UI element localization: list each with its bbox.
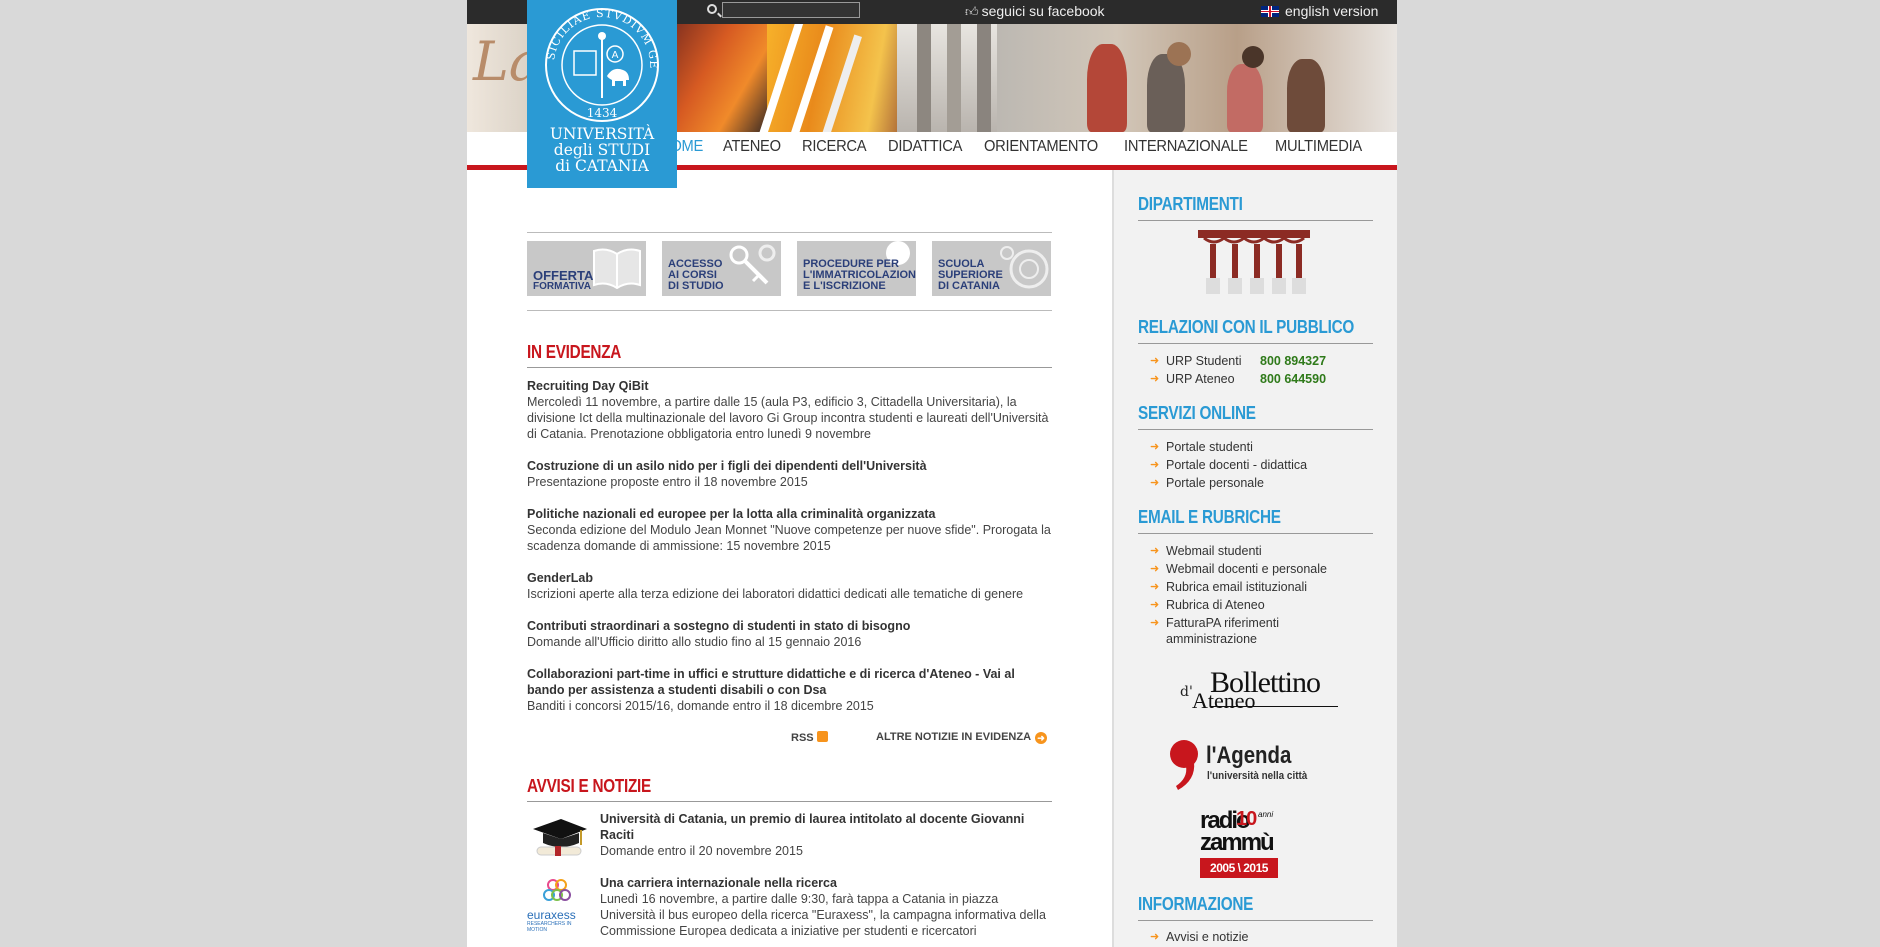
avviso-title[interactable]: Una carriera internazionale nella ricerc… bbox=[600, 875, 1052, 891]
list-item[interactable]: Webmail studenti bbox=[1150, 542, 1370, 560]
list-item[interactable]: Rubrica email istituzionali bbox=[1150, 578, 1370, 596]
news-title[interactable]: Costruzione di un asilo nido per i figli… bbox=[527, 458, 1052, 474]
news-title[interactable]: GenderLab bbox=[527, 570, 1052, 586]
english-version-link[interactable]: english version bbox=[1261, 3, 1378, 19]
quick-link-procedure-immatricolazione[interactable]: PROCEDURE PER L'IMMATRICOLAZIONE E L'ISCRI… bbox=[797, 241, 916, 296]
heading-rule bbox=[527, 801, 1052, 802]
heading-rule bbox=[527, 367, 1052, 368]
news-desc: Mercoledì 11 novembre, a partire dalle 1… bbox=[527, 395, 1049, 441]
keys-icon bbox=[729, 244, 776, 285]
servizi-heading: SERVIZI ONLINE bbox=[1138, 403, 1256, 423]
news-title[interactable]: Contributi straordinari a sostegno di st… bbox=[527, 618, 1052, 634]
more-news-link[interactable]: ALTRE NOTIZIE IN EVIDENZA ➜ bbox=[876, 731, 1048, 744]
news-desc: Iscrizioni aperte alla terza edizione de… bbox=[527, 587, 1024, 601]
list-item[interactable]: Portale studenti bbox=[1150, 438, 1370, 456]
heading-rule bbox=[1138, 533, 1373, 534]
email-list: Webmail studenti Webmail docenti e perso… bbox=[1150, 542, 1370, 647]
quick-link-accesso-corsi[interactable]: ACCESSO AI CORSI DI STUDIO bbox=[662, 241, 781, 296]
thumbs-up-icon: 👍︎ bbox=[965, 4, 979, 19]
avviso-title[interactable]: Università di Catania, un premio di laur… bbox=[600, 811, 1052, 843]
divider bbox=[527, 310, 1052, 311]
list-item[interactable]: FatturaPA riferimenti amministrazione bbox=[1150, 615, 1370, 647]
urp-list: URP Studenti800 894327 URP Ateneo800 644… bbox=[1150, 352, 1370, 388]
graduation-cap-icon bbox=[533, 819, 587, 856]
nav-item-internazionale[interactable]: INTERNAZIONALE bbox=[1124, 138, 1248, 156]
comma-icon bbox=[1170, 740, 1198, 790]
list-item[interactable]: URP Studenti800 894327 bbox=[1150, 352, 1370, 370]
news-item[interactable]: Politiche nazionali ed europee per la lo… bbox=[527, 506, 1052, 554]
avviso-desc: Lunedì 16 novembre, a partire dalle 9:30… bbox=[600, 892, 1046, 938]
university-name: UNIVERSITÀ degli STUDI di CATANIA bbox=[549, 125, 655, 175]
nav-item-ateneo[interactable]: ATENEO bbox=[723, 138, 781, 156]
uk-flag-icon bbox=[1261, 6, 1279, 17]
divider bbox=[527, 232, 1052, 233]
email-heading: EMAIL E RUBRICHE bbox=[1138, 507, 1281, 527]
list-item[interactable]: Portale docenti - didattica bbox=[1150, 456, 1370, 474]
english-version-label: english version bbox=[1285, 3, 1379, 19]
news-item[interactable]: Contributi straordinari a sostegno di st… bbox=[527, 618, 1052, 650]
search-icon[interactable] bbox=[707, 4, 717, 14]
news-title[interactable]: Collaborazioni part-time in uffici e str… bbox=[527, 666, 1052, 698]
list-item[interactable]: Portale personale bbox=[1150, 474, 1370, 492]
list-item[interactable]: URP Ateneo800 644590 bbox=[1150, 370, 1370, 388]
dipartimenti-heading[interactable]: DIPARTIMENTI bbox=[1138, 194, 1243, 215]
servizi-list: Portale studenti Portale docenti - didat… bbox=[1150, 438, 1370, 492]
seal-year: 1434 bbox=[587, 106, 618, 120]
page: 👍︎ seguici su facebook english version La… bbox=[467, 0, 1397, 947]
news-desc: Banditi i concorsi 2015/16, domande entr… bbox=[527, 699, 874, 713]
university-seal-icon: SICILIAE STVDIVM GENERALE 1434 A bbox=[543, 6, 659, 122]
bollettino-banner[interactable]: d' Bollettino Ateneo bbox=[1180, 666, 1350, 714]
facebook-link-label: seguici su facebook bbox=[981, 3, 1105, 19]
news-item[interactable]: Costruzione di un asilo nido per i figli… bbox=[527, 458, 1052, 490]
euraxess-logo: euraxess RESEARCHERS IN MOTION bbox=[527, 875, 591, 933]
quick-links: OFFERTA FORMATIVA ACCESSO AI CORSI DI STUDI… bbox=[527, 241, 1051, 296]
avvisi-heading: AVVISI E NOTIZIE bbox=[527, 776, 652, 796]
relazioni-heading[interactable]: RELAZIONI CON IL PUBBLICO bbox=[1138, 317, 1354, 338]
news-item[interactable]: GenderLab Iscrizioni aperte alla terza e… bbox=[527, 570, 1052, 602]
search-input[interactable] bbox=[722, 2, 860, 18]
news-item[interactable]: Collaborazioni part-time in uffici e str… bbox=[527, 666, 1052, 714]
heading-rule bbox=[1138, 220, 1373, 221]
rss-icon bbox=[816, 731, 828, 742]
news-desc: Domande all'Ufficio diritto allo studio … bbox=[527, 635, 862, 649]
nav-item-orientamento[interactable]: ORIENTAMENTO bbox=[984, 138, 1098, 156]
svg-text:A: A bbox=[612, 50, 619, 61]
heading-rule bbox=[1138, 429, 1373, 430]
university-logo[interactable]: SICILIAE STVDIVM GENERALE 1434 A UNIVERS… bbox=[527, 0, 677, 188]
in-evidenza-heading: IN EVIDENZA bbox=[527, 342, 622, 362]
agenda-banner[interactable]: l'Agenda l'università nella città bbox=[1166, 738, 1346, 794]
news-item[interactable]: Recruiting Day QiBit Mercoledì 11 novemb… bbox=[527, 378, 1052, 442]
heading-rule bbox=[1138, 343, 1373, 344]
list-item[interactable]: Rubrica di Ateneo bbox=[1150, 596, 1370, 614]
news-title[interactable]: Politiche nazionali ed europee per la lo… bbox=[527, 506, 1052, 522]
list-item[interactable]: Webmail docenti e personale bbox=[1150, 560, 1370, 578]
news-title[interactable]: Recruiting Day QiBit bbox=[527, 378, 1052, 394]
heading-rule bbox=[1138, 920, 1373, 921]
colonnade-icon[interactable] bbox=[1184, 230, 1324, 300]
nav-item-ricerca[interactable]: RICERCA bbox=[802, 138, 867, 156]
rss-link[interactable]: RSS bbox=[791, 731, 828, 744]
open-book-icon bbox=[593, 248, 641, 289]
nav-item-didattica[interactable]: DIDATTICA bbox=[888, 138, 962, 156]
avviso-desc: Domande entro il 20 novembre 2015 bbox=[600, 844, 803, 858]
arrow-right-icon: ➜ bbox=[1035, 732, 1048, 744]
news-desc: Seconda edizione del Modulo Jean Monnet … bbox=[527, 523, 1051, 553]
informazione-heading: INFORMAZIONE bbox=[1138, 894, 1254, 914]
quick-link-scuola-superiore[interactable]: SCUOLA SUPERIORE DI CATANIA bbox=[932, 241, 1051, 296]
sidebar: DIPARTIMENTI RELAZIONI CON IL PUBBLICO U… bbox=[1112, 170, 1397, 947]
list-item[interactable]: Avvisi e notizie bbox=[1150, 928, 1370, 946]
nav-item-multimedia[interactable]: MULTIMEDIA bbox=[1275, 138, 1362, 156]
facebook-link[interactable]: 👍︎ seguici su facebook bbox=[965, 3, 1105, 20]
informazione-list: Avvisi e notizie bbox=[1150, 928, 1370, 946]
quick-link-offerta-formativa[interactable]: OFFERTA FORMATIVA bbox=[527, 241, 646, 296]
radio-zammu-banner[interactable]: radio 10 anni zammù 2005 \ 2015 bbox=[1200, 808, 1280, 882]
news-desc: Presentazione proposte entro il 18 novem… bbox=[527, 475, 808, 489]
